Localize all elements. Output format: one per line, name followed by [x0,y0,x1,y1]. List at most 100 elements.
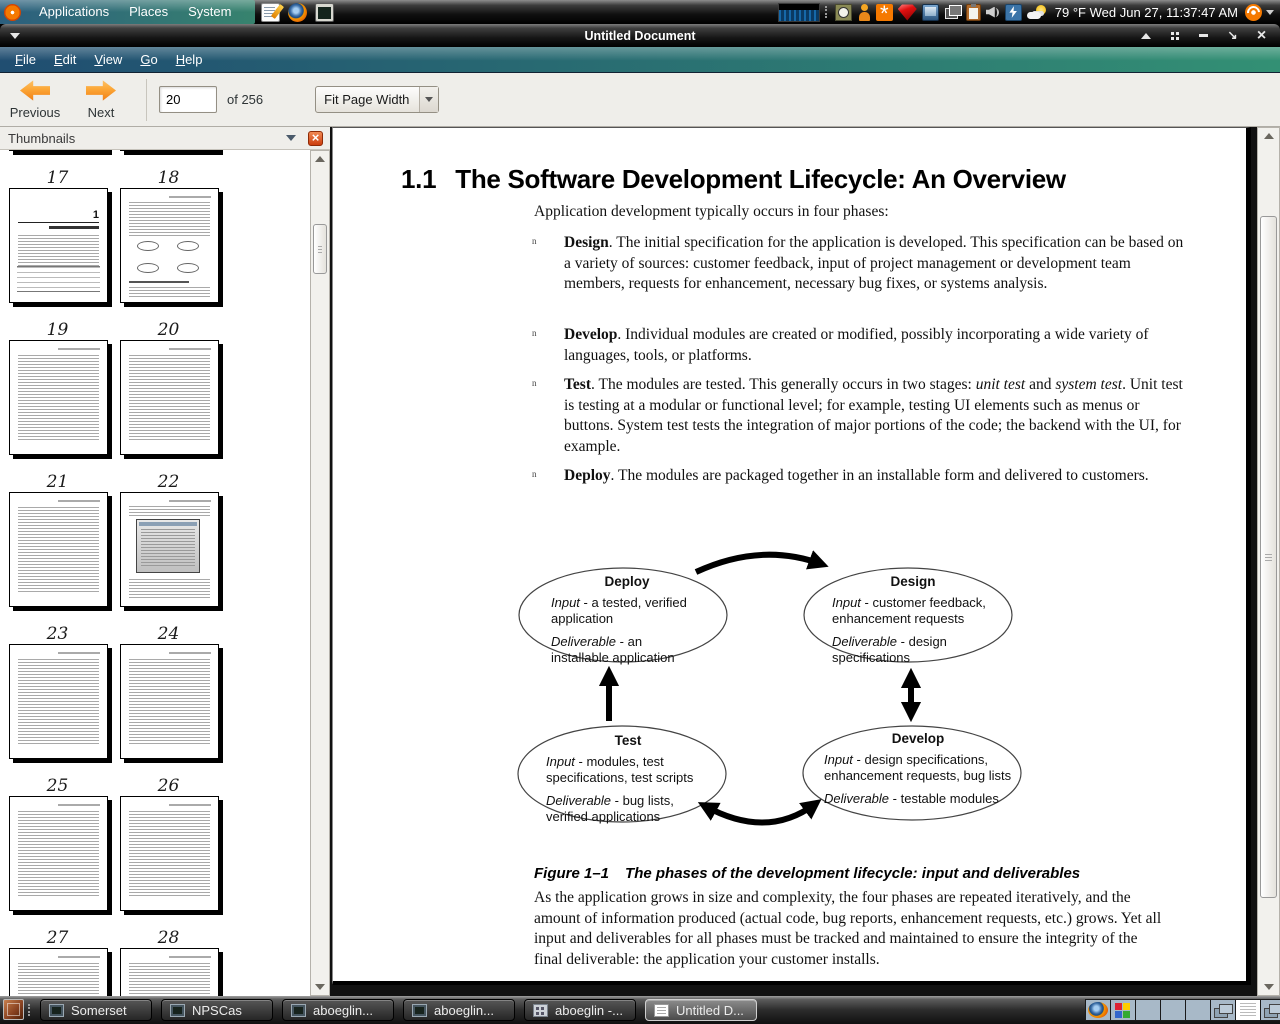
system-tray: 79 °F Wed Jun 27, 11:37:47 AM [773,2,1280,22]
page-number-input[interactable] [159,86,217,113]
sidebar-scrollbar[interactable] [310,150,330,996]
thumbnail-page-18[interactable] [120,150,219,151]
thumbnail-page-22[interactable] [120,340,219,455]
window-stack-icon[interactable] [944,4,962,21]
thumb-heading-bar [49,226,99,229]
taskbar-grip[interactable] [28,1004,33,1016]
diagram-node-input: Input - design specifications, enhanceme… [824,751,1012,784]
menu-items: File Edit View Go Help [0,47,1280,72]
zoom-mode-select[interactable]: Fit Page Width [315,86,440,113]
clock-icon[interactable] [834,3,852,21]
sidebar-dropdown-icon[interactable] [286,135,296,141]
document-scrollbar[interactable] [1257,127,1280,996]
thumbnail-page-26[interactable] [120,644,219,759]
task-button-aboeglin-[interactable]: aboeglin... [282,999,394,1021]
menu-edit[interactable]: Edit [45,52,85,67]
thumbnail-page[interactable] [9,948,108,996]
workspace-8[interactable] [1260,999,1280,1021]
task-button-somerset[interactable]: Somerset [40,999,152,1021]
firefox-icon[interactable] [288,2,308,22]
thumbnail-page-20[interactable] [120,188,219,303]
ruby-icon[interactable] [897,4,917,21]
bullet-marker-icon [532,328,537,338]
workspace-5[interactable] [1185,999,1211,1021]
diagram-node-title: Develop [891,731,945,746]
thumbnail-page-17[interactable] [9,150,108,151]
thumbnail-page-27[interactable] [9,796,108,911]
clock-applet[interactable]: 79 °F Wed Jun 27, 11:37:47 AM [1055,5,1238,20]
panel-menu-system[interactable]: System [178,4,241,19]
workspace-1[interactable] [1085,999,1111,1021]
taskbar: Somerset NPSCas aboeglin... aboeglin... aboe… [0,996,1280,1024]
terminal-icon[interactable] [315,2,335,22]
thumbnail-page-23[interactable] [9,492,108,607]
bullet-marker-icon [532,236,537,246]
scroll-down-icon[interactable] [311,979,329,995]
starburst-icon[interactable] [875,3,893,22]
thumbnail-page-24[interactable] [120,492,219,607]
tray-grip[interactable] [824,6,830,18]
scroll-up-icon[interactable] [311,151,329,167]
distro-logo-icon[interactable] [4,3,21,21]
maximize-button[interactable] [1226,29,1239,42]
thumb-header-bar [58,804,100,806]
task-button-aboeglin-[interactable]: aboeglin -... [524,999,636,1021]
minimize-button[interactable] [1197,29,1210,42]
thumbnail-page-28[interactable] [120,796,219,911]
show-desktop-button[interactable] [3,999,24,1020]
sidebar-close-button[interactable] [308,130,323,146]
panel-menu-places[interactable]: Places [119,4,178,19]
dots-button[interactable] [1168,29,1181,42]
scroll-up-icon[interactable] [1258,128,1279,144]
menu-help[interactable]: Help [167,52,212,67]
workspace-4[interactable] [1160,999,1186,1021]
next-label: Next [87,104,115,120]
network-icon[interactable] [1004,3,1022,21]
sidebar-scrollbar-thumb[interactable] [313,224,327,274]
thumb-header-bar [169,956,211,958]
document-scrollbar-thumb[interactable] [1260,216,1277,898]
system-monitor-icon[interactable] [777,2,820,22]
page-count-label: of 256 [227,92,264,107]
thumbnail-label: 23 [46,624,69,644]
thumb-text-lines [129,506,210,516]
clipboard-icon[interactable] [965,3,981,21]
window-controls [1139,29,1280,42]
user-presence-icon[interactable] [857,3,871,21]
thumbnail-page-19[interactable]: 1 [9,188,108,303]
thumb-text-lines [18,235,99,267]
thumb-table [17,266,100,292]
combo-arrow-icon[interactable] [419,87,439,112]
previous-button[interactable]: Previous [4,76,66,124]
display-icon[interactable] [921,3,939,21]
text-editor-icon[interactable] [261,2,281,22]
menu-go[interactable]: Go [131,52,166,67]
scroll-down-icon[interactable] [1258,979,1279,995]
workspace-2[interactable] [1110,999,1136,1021]
thumb-text-lines [18,963,99,996]
volume-icon[interactable] [986,4,1000,21]
figure-caption-label: Figure 1–1 [534,865,610,882]
weather-icon[interactable] [1026,4,1047,21]
task-button-untitled-d-[interactable]: Untitled D... [645,999,757,1021]
thumbnail-page-25[interactable] [9,644,108,759]
thumb-mini-ellipse [177,241,199,251]
menu-view[interactable]: View [85,52,131,67]
task-button-npscas[interactable]: NPSCas [161,999,273,1021]
close-button[interactable] [1255,29,1268,42]
thumbnail-page-21[interactable] [9,340,108,455]
workspace-3[interactable] [1135,999,1161,1021]
workspace-6[interactable] [1210,999,1236,1021]
diagram-node-input: Input - a tested, verified application [551,594,687,627]
task-button-aboeglin-[interactable]: aboeglin... [403,999,515,1021]
thumbnail-page[interactable] [120,948,219,996]
next-button[interactable]: Next [70,76,132,124]
menu-file[interactable]: File [6,52,45,67]
thumb-text-lines [129,355,210,442]
window-titlebar[interactable]: Untitled Document [0,24,1280,47]
bullet-item-develop: Develop. Individual modules are created … [532,325,1192,366]
shade-button[interactable] [1139,29,1152,42]
session-swirl-icon[interactable] [1245,3,1262,21]
workspace-7[interactable] [1235,999,1261,1021]
panel-menu-applications[interactable]: Applications [29,4,119,19]
